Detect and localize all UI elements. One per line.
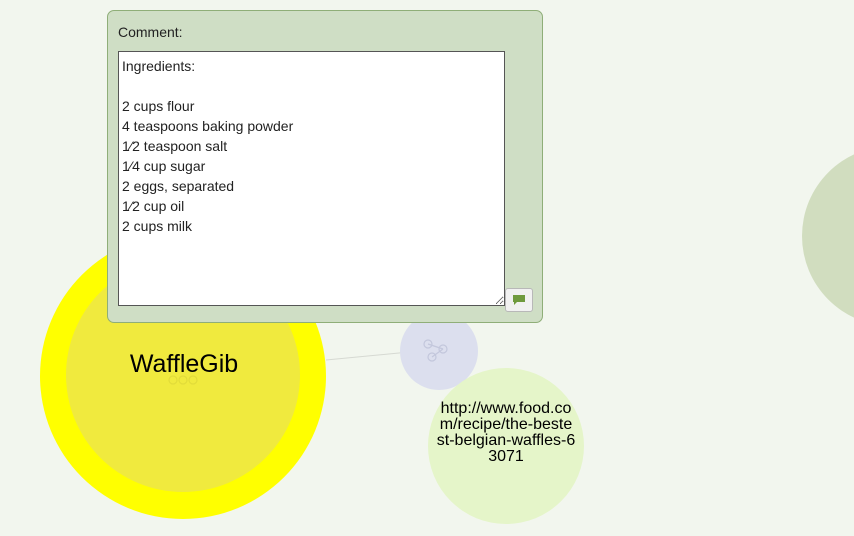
edge-partial-node[interactable] <box>802 146 854 326</box>
comment-panel: Comment: Ingredients: 2 cups flour 4 tea… <box>107 10 543 323</box>
url-node-label: http://www.food.com/recipe/the-bestest-b… <box>436 400 576 465</box>
comment-textarea[interactable]: Ingredients: 2 cups flour 4 teaspoons ba… <box>118 51 505 306</box>
comment-icon <box>513 295 525 305</box>
main-node-label: WaffleGib <box>129 350 239 378</box>
comment-heading: Comment: <box>118 24 183 40</box>
comment-send-button[interactable] <box>505 288 533 312</box>
